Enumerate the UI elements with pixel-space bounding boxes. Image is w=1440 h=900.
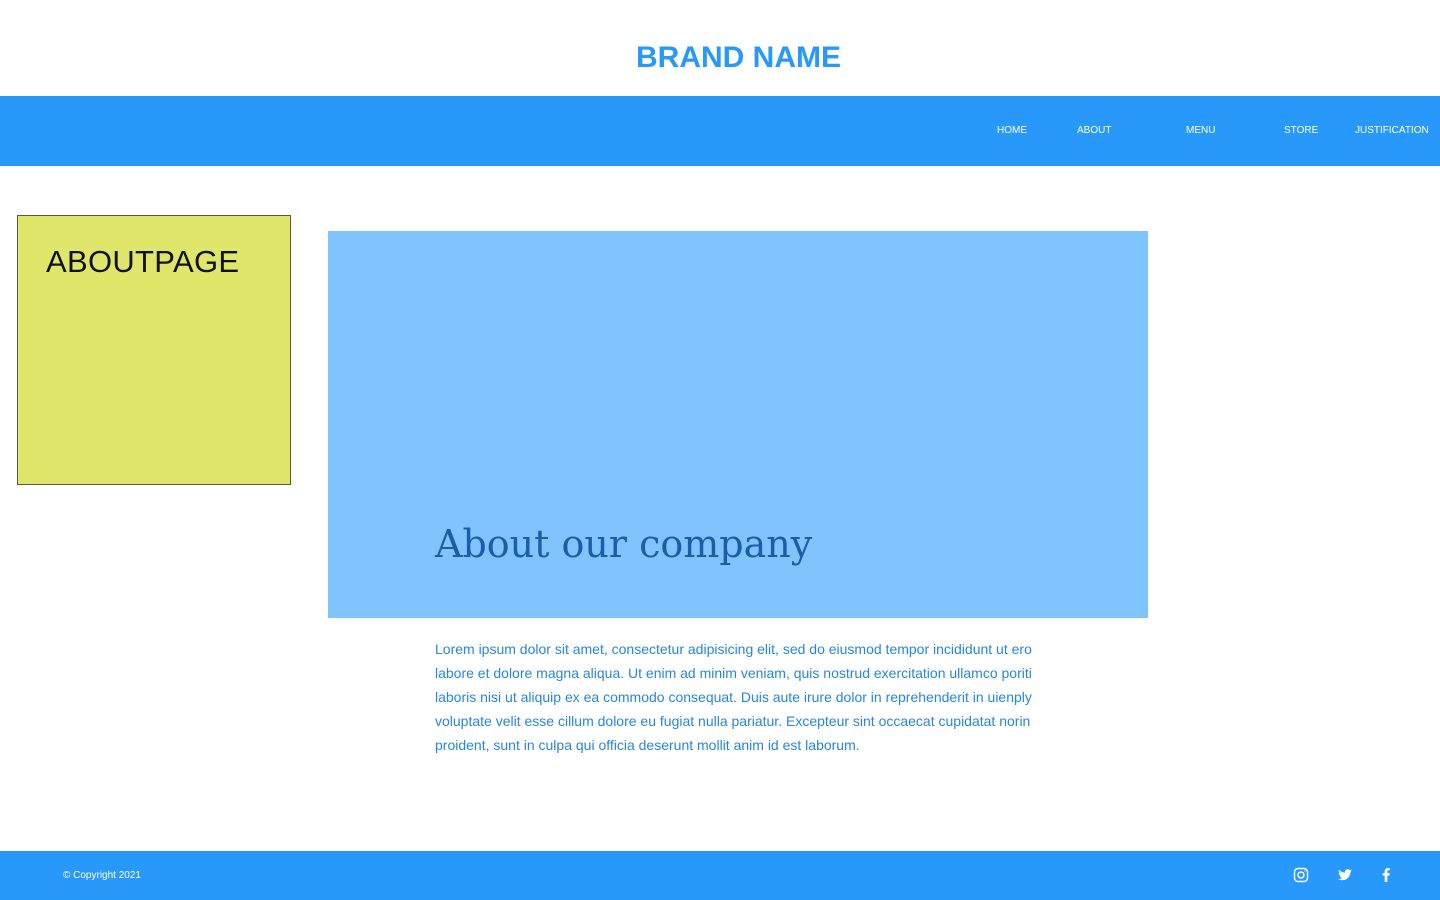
hero-banner: About our company [328,231,1148,618]
about-paragraph: Lorem ipsum dolor sit amet, consectetur … [435,641,1032,753]
nav-item-justification[interactable]: JUSTIFICATION [1355,96,1429,166]
aboutpage-box: ABOUTPAGE [17,215,291,485]
footer: © Copyright 2021 [0,851,1440,900]
brand-header: BRAND NAME [636,38,841,78]
facebook-icon[interactable] [1378,867,1394,883]
brand-name[interactable]: BRAND NAME [636,38,841,78]
nav-item-home[interactable]: HOME [997,96,1027,166]
page: BRAND NAME HOME ABOUT MENU STORE JUSTIFI… [0,0,1440,900]
nav-bar: HOME ABOUT MENU STORE JUSTIFICATION [0,96,1440,166]
hero-title: About our company [435,522,813,566]
instagram-icon[interactable] [1293,867,1309,883]
copyright-text: © Copyright 2021 [63,870,141,881]
twitter-icon[interactable] [1337,867,1353,883]
nav-item-store[interactable]: STORE [1284,96,1318,166]
nav-item-menu[interactable]: MENU [1186,96,1215,166]
nav-item-about[interactable]: ABOUT [1077,96,1111,166]
aboutpage-title: ABOUTPAGE [46,244,240,279]
